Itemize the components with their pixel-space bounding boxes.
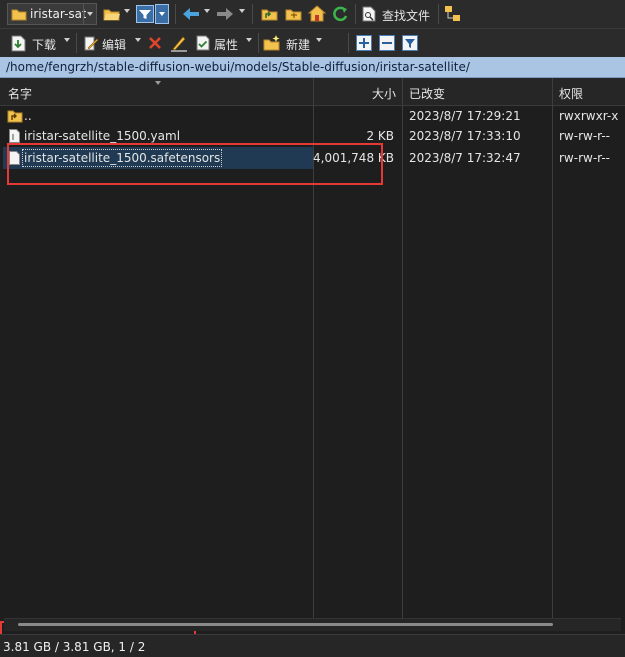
column-header-size[interactable]: 大小 <box>372 85 396 102</box>
new-item-icon <box>263 35 280 51</box>
home-icon[interactable] <box>308 5 326 22</box>
filter-icon[interactable] <box>136 5 154 23</box>
scrollbar-thumb[interactable] <box>18 623 553 626</box>
toolbar-separator <box>252 4 253 24</box>
tree-view-icon[interactable] <box>444 5 462 23</box>
status-text: 3.81 GB / 3.81 GB, 1 / 2 <box>3 640 146 654</box>
file-modified: 2023/8/7 17:32:47 <box>409 151 521 165</box>
column-header-modified[interactable]: 已改变 <box>409 85 445 102</box>
new-label: 新建 <box>286 38 311 52</box>
parent-folder-icon[interactable] <box>261 6 279 22</box>
text-file-icon <box>9 129 20 143</box>
open-folder-dropdown-icon[interactable] <box>124 9 130 13</box>
new-dropdown-icon[interactable] <box>316 38 322 42</box>
current-path: /home/fengrzh/stable-diffusion-webui/mod… <box>6 60 470 74</box>
back-arrow-icon[interactable] <box>182 7 200 21</box>
find-files-label: 查找文件 <box>382 9 431 23</box>
toolbar-separator <box>438 4 439 24</box>
select-filter-icon[interactable] <box>402 35 418 51</box>
file-name: .. <box>24 109 32 123</box>
toolbar-separator <box>355 4 356 24</box>
delete-icon[interactable] <box>148 36 162 50</box>
parent-folder-icon <box>7 110 23 123</box>
main-toolbar: iristar-sat 查找文件 <box>0 0 625 28</box>
toolbar-separator <box>348 33 349 53</box>
download-icon <box>11 35 26 52</box>
file-size: 2 KB <box>366 129 394 143</box>
properties-label: 属性 <box>214 38 239 52</box>
annotation-box-selected-file <box>7 143 383 185</box>
chevron-down-icon <box>87 12 93 16</box>
status-bar: 3.81 GB / 3.81 GB, 1 / 2 <box>0 634 625 657</box>
toolbar-separator <box>76 33 77 53</box>
column-header-permissions[interactable]: 权限 <box>559 85 583 102</box>
horizontal-scrollbar[interactable] <box>4 618 621 631</box>
file-permissions: rw-rw-r-- <box>559 151 610 165</box>
forward-arrow-icon[interactable] <box>216 7 234 21</box>
refresh-icon[interactable] <box>331 5 349 23</box>
toolbar-separator <box>258 33 259 53</box>
properties-dropdown-icon[interactable] <box>246 38 252 42</box>
action-toolbar: 下载 编辑 属性 新建 <box>0 28 625 57</box>
folder-icon <box>11 9 27 21</box>
column-header-name[interactable]: 名字 <box>8 85 32 102</box>
file-permissions: rw-rw-r-- <box>559 129 610 143</box>
open-folder-icon[interactable] <box>103 6 121 22</box>
select-plus-icon[interactable] <box>356 35 372 51</box>
properties-icon <box>196 35 210 51</box>
find-files-icon <box>362 6 376 22</box>
edit-icon <box>84 36 99 51</box>
filter-dropdown[interactable] <box>155 4 169 24</box>
file-permissions: rwxrwxr-x <box>559 109 619 123</box>
back-dropdown-icon[interactable] <box>204 9 210 13</box>
path-bar[interactable]: /home/fengrzh/stable-diffusion-webui/mod… <box>0 57 625 78</box>
sort-descending-icon <box>155 81 161 85</box>
download-dropdown-icon[interactable] <box>64 38 70 42</box>
location-combo-value: iristar-sat <box>30 7 86 21</box>
file-name: iristar-satellite_1500.yaml <box>24 129 181 143</box>
location-combo[interactable]: iristar-sat <box>7 3 97 25</box>
root-folder-icon[interactable] <box>285 6 303 22</box>
toolbar-separator <box>175 4 176 24</box>
file-row-parent[interactable]: .. 2023/8/7 17:29:21 rwxrwxr-x <box>0 105 625 127</box>
download-label: 下载 <box>32 38 57 52</box>
file-modified: 2023/8/7 17:29:21 <box>409 109 521 123</box>
location-combo-arrow[interactable] <box>83 4 96 24</box>
chevron-down-icon <box>159 12 165 16</box>
edit-label: 编辑 <box>102 38 127 52</box>
rename-icon[interactable] <box>170 34 188 52</box>
edit-dropdown-icon[interactable] <box>135 38 141 42</box>
deselect-minus-icon[interactable] <box>379 35 395 51</box>
forward-dropdown-icon[interactable] <box>239 9 245 13</box>
file-modified: 2023/8/7 17:33:10 <box>409 129 521 143</box>
